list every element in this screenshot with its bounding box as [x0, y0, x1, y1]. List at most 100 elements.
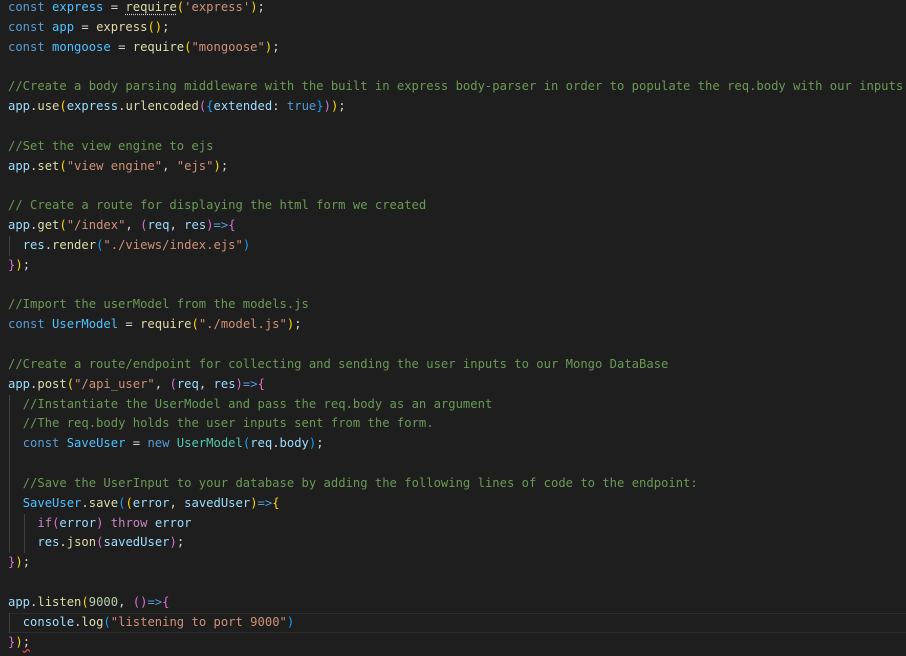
- code-token: ): [206, 218, 214, 233]
- code-line[interactable]: res.json(savedUser);: [8, 533, 906, 554]
- code-token: json: [66, 535, 97, 550]
- code-line[interactable]: });: [8, 633, 906, 653]
- code-line[interactable]: [8, 573, 906, 593]
- code-text: });: [8, 258, 30, 272]
- code-line[interactable]: //Set the view engine to ejs: [8, 137, 906, 157]
- code-token: get: [37, 218, 60, 233]
- code-line[interactable]: //The req.body holds the user inputs sen…: [8, 414, 906, 435]
- code-line[interactable]: [8, 176, 906, 196]
- code-token: 9000: [88, 594, 119, 609]
- code-token: "/api_user": [74, 376, 155, 391]
- code-line[interactable]: app.use(express.urlencoded({extended: tr…: [8, 97, 906, 117]
- code-token: req: [147, 218, 170, 233]
- code-line[interactable]: if(error) throw error: [8, 513, 906, 534]
- code-token: (: [191, 317, 199, 332]
- code-line[interactable]: const UserModel = require("./model.js");: [8, 315, 906, 335]
- code-token: app: [8, 158, 31, 173]
- code-token: ;: [316, 436, 324, 451]
- code-lines[interactable]: const express = require('express'); const…: [8, 0, 906, 652]
- code-line[interactable]: });: [8, 553, 906, 573]
- code-text: // Create a route for displaying the htm…: [8, 198, 426, 212]
- code-line[interactable]: const express = require('express');: [8, 0, 906, 18]
- code-line[interactable]: //Save the UserInput to your database by…: [8, 473, 906, 494]
- code-token: post: [37, 376, 67, 391]
- code-line[interactable]: res.render("./views/index.ejs"): [8, 235, 906, 256]
- code-token: use: [37, 99, 60, 114]
- code-token: {: [162, 594, 170, 609]
- code-token: ,: [125, 218, 141, 233]
- code-token: app: [52, 19, 75, 34]
- code-token: ): [213, 158, 221, 173]
- code-token: //Set the view engine to ejs: [8, 138, 214, 153]
- code-text: });: [8, 555, 30, 569]
- code-token: (: [125, 495, 133, 510]
- code-line[interactable]: });: [8, 256, 906, 276]
- code-line[interactable]: app.listen(9000, ()=>{: [8, 593, 906, 613]
- code-text: SaveUser.save((error, savedUser)=>{: [8, 496, 280, 510]
- code-token: ;: [272, 39, 280, 54]
- code-line[interactable]: app.get("/index", (req, res)=>{: [8, 216, 906, 236]
- code-token: ): [15, 634, 23, 649]
- code-line[interactable]: const mongoose = require("mongoose");: [8, 38, 906, 58]
- code-token: require: [125, 0, 177, 14]
- code-token: ;: [220, 158, 229, 173]
- code-token: UserModel: [52, 317, 119, 332]
- code-token: const: [8, 0, 45, 14]
- code-token: =: [103, 0, 126, 14]
- code-token: //Create a body parsing middleware with …: [8, 79, 904, 94]
- code-line[interactable]: [8, 276, 906, 296]
- code-text: //Instantiate the UserModel and pass the…: [8, 397, 493, 411]
- code-token: app: [8, 594, 31, 609]
- code-token: ): [235, 376, 243, 391]
- code-token: res: [37, 535, 60, 550]
- code-token: =>: [213, 218, 229, 233]
- code-token: .: [59, 535, 67, 550]
- code-line[interactable]: //Create a route/endpoint for collecting…: [8, 355, 906, 375]
- code-token: ): [286, 614, 295, 629]
- code-token: ;: [338, 99, 346, 114]
- code-line[interactable]: //Create a body parsing middleware with …: [8, 77, 906, 97]
- code-token: (: [59, 158, 67, 173]
- code-token: =: [74, 19, 97, 34]
- code-token: listen: [37, 594, 82, 609]
- code-line[interactable]: const SaveUser = new UserModel(req.body)…: [8, 434, 906, 455]
- code-text: });: [8, 635, 30, 649]
- code-line[interactable]: SaveUser.save((error, savedUser)=>{: [8, 493, 906, 514]
- code-line[interactable]: [8, 335, 906, 355]
- code-text: res.render("./views/index.ejs"): [8, 237, 251, 252]
- code-line[interactable]: const app = express();: [8, 18, 906, 38]
- code-line[interactable]: [8, 454, 906, 474]
- code-token: ): [242, 237, 251, 252]
- code-token: ;: [22, 257, 31, 272]
- code-token: :: [272, 99, 287, 114]
- code-token: {: [228, 218, 236, 233]
- code-editor[interactable]: const express = require('express'); const…: [0, 0, 906, 656]
- code-token: 'express': [184, 0, 251, 14]
- code-token: ): [250, 0, 258, 14]
- code-token: ;: [162, 19, 170, 34]
- code-text: console.log("listening to port 9000"): [8, 614, 295, 629]
- code-text: const SaveUser = new UserModel(req.body)…: [8, 436, 324, 450]
- code-token: (: [169, 376, 177, 391]
- code-line[interactable]: [8, 117, 906, 137]
- code-line[interactable]: //Import the userModel from the models.j…: [8, 295, 906, 315]
- code-token: require: [140, 317, 192, 332]
- code-line[interactable]: // Create a route for displaying the htm…: [8, 196, 906, 216]
- code-token: {: [272, 495, 280, 510]
- code-line[interactable]: app.set("view engine", "ejs");: [8, 157, 906, 177]
- code-token: log: [81, 614, 104, 629]
- code-token: =: [118, 317, 141, 332]
- code-token: ,: [154, 376, 170, 391]
- code-line[interactable]: app.post("/api_user", (req, res)=>{: [8, 375, 906, 395]
- code-line[interactable]: console.log("listening to port 9000"): [8, 612, 906, 633]
- code-line[interactable]: [8, 57, 906, 77]
- code-token: .: [81, 495, 89, 510]
- code-token: (: [59, 218, 67, 233]
- code-line[interactable]: //Instantiate the UserModel and pass the…: [8, 394, 906, 415]
- code-token: res: [213, 376, 236, 391]
